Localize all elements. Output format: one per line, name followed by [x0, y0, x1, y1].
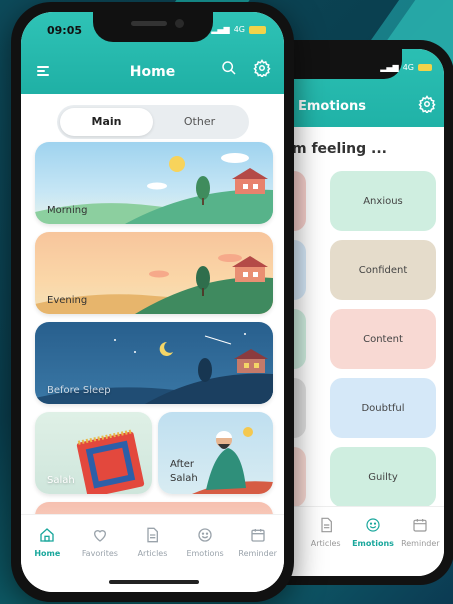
home-indicator[interactable] [109, 580, 199, 584]
emotion-label: Doubtful [361, 402, 405, 414]
card-title: Before Sleep [47, 385, 111, 396]
card-before-sleep[interactable]: Before Sleep [35, 322, 273, 404]
card-morning[interactable]: Morning [35, 142, 273, 224]
tab-reminder[interactable]: Reminder [233, 527, 283, 592]
status-bar: ▂▄▆ 4G [380, 63, 432, 72]
tab-label: Reminder [401, 539, 440, 548]
tab-articles[interactable]: Articles [302, 507, 349, 576]
emotion-label: Guilty [368, 471, 398, 483]
tab-label: Articles [310, 539, 341, 548]
notch [93, 12, 213, 42]
emotion-label: Confident [358, 264, 408, 276]
emotion-card-guilty[interactable]: Guilty [330, 447, 436, 507]
card-title: After Salah [170, 458, 210, 486]
status-bar: ▂▄▆ 4G [211, 25, 266, 34]
gear-icon[interactable] [418, 95, 436, 117]
status-time: 09:05 [47, 24, 83, 37]
emotion-card-content[interactable]: Content [330, 309, 436, 369]
home-icon [40, 528, 54, 542]
tab-label: Emotions [352, 539, 394, 548]
card-evening[interactable]: Evening [35, 232, 273, 314]
tab-label: Reminder [238, 549, 277, 558]
card-salah[interactable]: Salah [35, 412, 152, 494]
home-screen: 09:05 ▂▄▆ 4G Home Main Other Morning Eve… [21, 12, 284, 592]
card-title-text: After Salah [170, 459, 198, 484]
emotion-card-confident[interactable]: Confident [330, 240, 436, 300]
home-phone: 09:05 ▂▄▆ 4G Home Main Other Morning Eve… [11, 2, 294, 602]
home-header: 09:05 ▂▄▆ 4G Home [21, 12, 284, 94]
battery-icon [249, 25, 266, 34]
search-icon[interactable] [221, 60, 237, 80]
card-title: Evening [47, 295, 88, 306]
smile-icon [366, 518, 380, 532]
heart-icon [93, 530, 106, 542]
page-title: Home [129, 64, 176, 80]
card-after-salah[interactable]: After Salah [158, 412, 273, 494]
tab-emotions[interactable]: Emotions [349, 507, 396, 576]
page-title: Emotions [298, 99, 366, 114]
tab-label: Favorites [81, 549, 118, 558]
segment-main[interactable]: Main [60, 108, 153, 136]
segment-other[interactable]: Other [153, 108, 246, 136]
main-other-switch: Main Other [57, 105, 249, 139]
battery-icon [418, 64, 432, 71]
article-icon [147, 527, 159, 543]
signal-icon: ▂▄▆ [380, 63, 399, 72]
card-title: Morning [47, 205, 88, 216]
emotion-card-anxious[interactable]: Anxious [330, 171, 436, 231]
tab-label: Articles [137, 549, 168, 558]
tab-label: Emotions [186, 549, 224, 558]
emotion-label: Anxious [363, 195, 403, 207]
signal-icon: ▂▄▆ [211, 25, 230, 34]
bottom-tabbar: Home Favorites Articles Emotions Reminde… [21, 514, 284, 592]
gear-icon[interactable] [253, 59, 271, 81]
tab-label: Home [34, 549, 61, 558]
calendar-icon [413, 519, 427, 532]
article-icon [321, 517, 332, 533]
emotion-label: Content [363, 333, 403, 345]
network-label: 4G [233, 25, 245, 34]
network-label: 4G [402, 63, 414, 72]
emotions-prompt: m feeling ... [292, 141, 387, 157]
tab-reminder[interactable]: Reminder [397, 507, 444, 576]
emotion-card-doubtful[interactable]: Doubtful [330, 378, 436, 438]
tab-home[interactable]: Home [22, 527, 72, 592]
smile-icon [198, 528, 212, 542]
calendar-icon [251, 529, 265, 542]
card-title: Salah [47, 475, 75, 486]
